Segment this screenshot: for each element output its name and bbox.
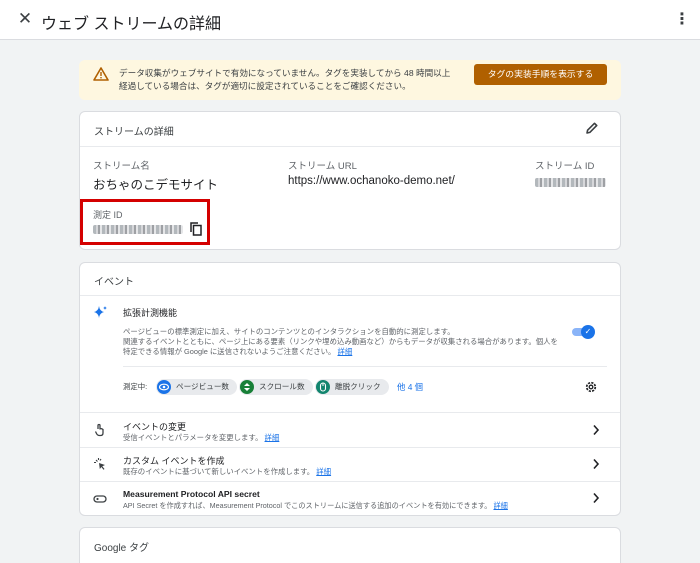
chip-label: スクロール数	[259, 382, 305, 391]
divider	[123, 366, 607, 367]
enhanced-measurement-toggle[interactable]: ✓	[572, 325, 595, 339]
gear-icon[interactable]	[584, 380, 598, 394]
view-tag-instructions-button[interactable]: タグの実装手順を表示する	[474, 64, 607, 85]
measurement-protocol-title[interactable]: Measurement Protocol API secret	[123, 489, 260, 499]
warning-banner: データ収集がウェブサイトで有効になっていません。タグを実装してから 48 時間以…	[79, 60, 621, 100]
stream-url-value[interactable]: https://www.ochanoko-demo.net/	[288, 175, 455, 187]
touch-icon	[94, 423, 104, 437]
chevron-right-icon[interactable]	[592, 492, 600, 504]
scroll-icon	[240, 380, 254, 394]
enhanced-desc-line3: 特定できる情報が Google に送信されないようご注意ください。 詳細	[123, 347, 352, 358]
divider	[80, 412, 620, 413]
measurement-protocol-details-link[interactable]: 詳細	[493, 501, 507, 510]
divider	[80, 295, 620, 296]
measurement-protocol-sub: API Secret を作成すれば、Measurement Protocol で…	[123, 501, 508, 511]
modify-events-sub: 受信イベントとパラメータを変更します。 詳細	[123, 432, 279, 443]
chip-label: 離脱クリック	[335, 382, 381, 391]
enhanced-desc-line1: ページビューの標準測定に加え、サイトのコンテンツとのインタラクションを自動的に測…	[123, 327, 455, 336]
stream-url-label: ストリーム URL	[288, 161, 357, 172]
click-icon	[94, 458, 105, 470]
divider	[80, 146, 620, 147]
chip-outbound-clicks[interactable]: 離脱クリック	[315, 379, 389, 395]
enhanced-desc-line2: 関連するイベントとともに、ページ上にある要素（リンクや埋め込み動画など）からもデ…	[123, 337, 558, 346]
top-bar: ✕ ウェブ ストリームの詳細 ⋮	[0, 0, 700, 40]
google-tag-card: Google タグ	[79, 527, 621, 563]
more-events-link[interactable]: 他 4 個	[397, 382, 423, 393]
stream-details-title: ストリームの詳細	[94, 127, 174, 138]
google-tag-title: Google タグ	[94, 543, 150, 554]
check-icon: ✓	[581, 325, 595, 339]
sparkle-icon	[94, 306, 107, 318]
mouse-icon	[316, 380, 330, 394]
chip-page-views[interactable]: ページビュー数	[156, 379, 238, 395]
create-custom-event-details-link[interactable]: 詳細	[316, 467, 331, 476]
divider	[80, 447, 620, 448]
warning-text-line1: データ収集がウェブサイトで有効になっていません。タグを実装してから 48 時間以…	[119, 68, 451, 78]
edit-icon[interactable]	[585, 121, 599, 135]
chevron-right-icon[interactable]	[592, 458, 600, 470]
modify-events-sub-text: 受信イベントとパラメータを変更します。	[123, 433, 263, 442]
stream-name-value: おちゃのこデモサイト	[93, 178, 219, 192]
chip-label: ページビュー数	[176, 382, 230, 391]
more-vert-icon[interactable]: ⋮	[674, 11, 690, 29]
measurement-protocol-sub-text: API Secret を作成すれば、Measurement Protocol で…	[123, 501, 492, 510]
modify-events-details-link[interactable]: 詳細	[265, 433, 280, 442]
eye-icon	[157, 380, 171, 394]
events-title: イベント	[94, 277, 134, 288]
measuring-label: 測定中:	[123, 382, 148, 391]
create-custom-event-sub: 既存のイベントに基づいて新しいイベントを作成します。 詳細	[123, 466, 331, 477]
warning-icon	[93, 67, 109, 81]
warning-text: データ収集がウェブサイトで有効になっていません。タグを実装してから 48 時間以…	[119, 67, 469, 93]
stream-name-label: ストリーム名	[93, 161, 150, 172]
stream-id-redacted	[535, 178, 606, 187]
chip-scrolls[interactable]: スクロール数	[239, 379, 313, 395]
chevron-right-icon[interactable]	[592, 424, 600, 436]
stream-id-label: ストリーム ID	[535, 161, 595, 172]
enhanced-measurement-title: 拡張計測機能	[123, 308, 178, 318]
key-icon	[93, 495, 107, 503]
enhanced-details-link[interactable]: 詳細	[337, 347, 352, 356]
page-title: ウェブ ストリームの詳細	[41, 16, 221, 33]
warning-text-line2: 経過している場合は、タグが適切に設定されていることをご確認ください。	[119, 81, 411, 91]
divider	[80, 481, 620, 482]
measurement-id-highlight-box	[80, 199, 210, 245]
create-custom-event-sub-text: 既存のイベントに基づいて新しいイベントを作成します。	[123, 467, 315, 476]
close-icon[interactable]: ✕	[16, 10, 34, 28]
enhanced-desc-line3-text: 特定できる情報が Google に送信されないようご注意ください。	[123, 347, 336, 356]
